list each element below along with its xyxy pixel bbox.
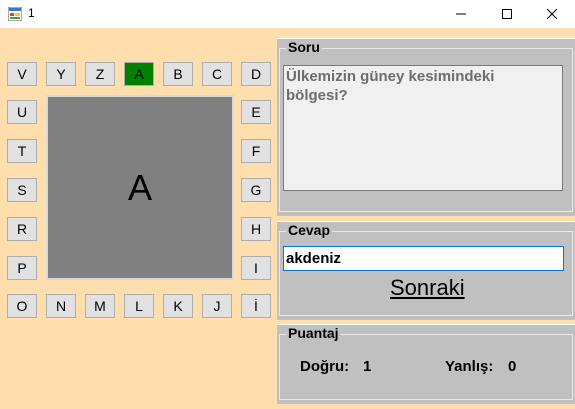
answer-input[interactable] [283,246,564,271]
score-group: Puantaj Doğru: 1 Yanlış: 0 [277,324,575,404]
letter-button-E[interactable]: E [241,100,271,124]
letter-button-Z[interactable]: Z [85,62,115,86]
minimize-button[interactable] [438,0,484,28]
letter-button-J[interactable]: J [202,294,232,318]
minimize-icon [456,13,466,15]
letter-button-H[interactable]: H [241,217,271,241]
letter-button-N[interactable]: N [46,294,76,318]
letter-button-I[interactable]: I [241,256,271,280]
letter-button-A[interactable]: A [124,62,154,86]
letter-button-G[interactable]: G [241,178,271,202]
correct-count: 1 [363,358,372,375]
close-icon [547,9,557,19]
letter-button-O[interactable]: O [7,294,37,318]
maximize-button[interactable] [484,0,530,28]
letter-display: A [46,95,234,280]
letter-button-U[interactable]: U [7,100,37,124]
window-title: 1 [28,6,35,20]
question-group-title: Soru [286,39,322,55]
next-button[interactable]: Sonraki [390,275,465,301]
question-group: Soru Ülkemizin güney kesimindeki bölgesi… [277,38,575,216]
close-button[interactable] [529,0,575,28]
answer-group-title: Cevap [286,222,333,238]
letter-button-Y[interactable]: Y [46,62,76,86]
letter-button-S[interactable]: S [7,178,37,202]
answer-group: Cevap Sonraki [277,221,575,320]
letter-button-L[interactable]: L [124,294,154,318]
question-text[interactable]: Ülkemizin güney kesimindeki bölgesi? [283,65,563,191]
correct-label: Doğru: [300,358,350,375]
letter-button-R[interactable]: R [7,217,37,241]
letter-button-D[interactable]: D [241,62,271,86]
title-bar: 1 [0,0,575,28]
letter-button-P[interactable]: P [7,256,37,280]
wrong-label: Yanlış: [445,358,494,375]
letter-button-K[interactable]: K [163,294,193,318]
letter-button-M[interactable]: M [85,294,115,318]
letter-display-text: A [127,166,152,208]
letter-button-T[interactable]: T [7,139,37,163]
letter-button-F[interactable]: F [241,139,271,163]
letter-button-V[interactable]: V [7,62,37,86]
wrong-count: 0 [508,358,517,375]
score-group-title: Puantaj [286,325,341,341]
maximize-icon [502,9,512,19]
letter-button-I-dotted[interactable]: İ [241,294,271,318]
app-form-icon [8,7,22,21]
letter-button-B[interactable]: B [163,62,193,86]
letter-button-C[interactable]: C [202,62,232,86]
